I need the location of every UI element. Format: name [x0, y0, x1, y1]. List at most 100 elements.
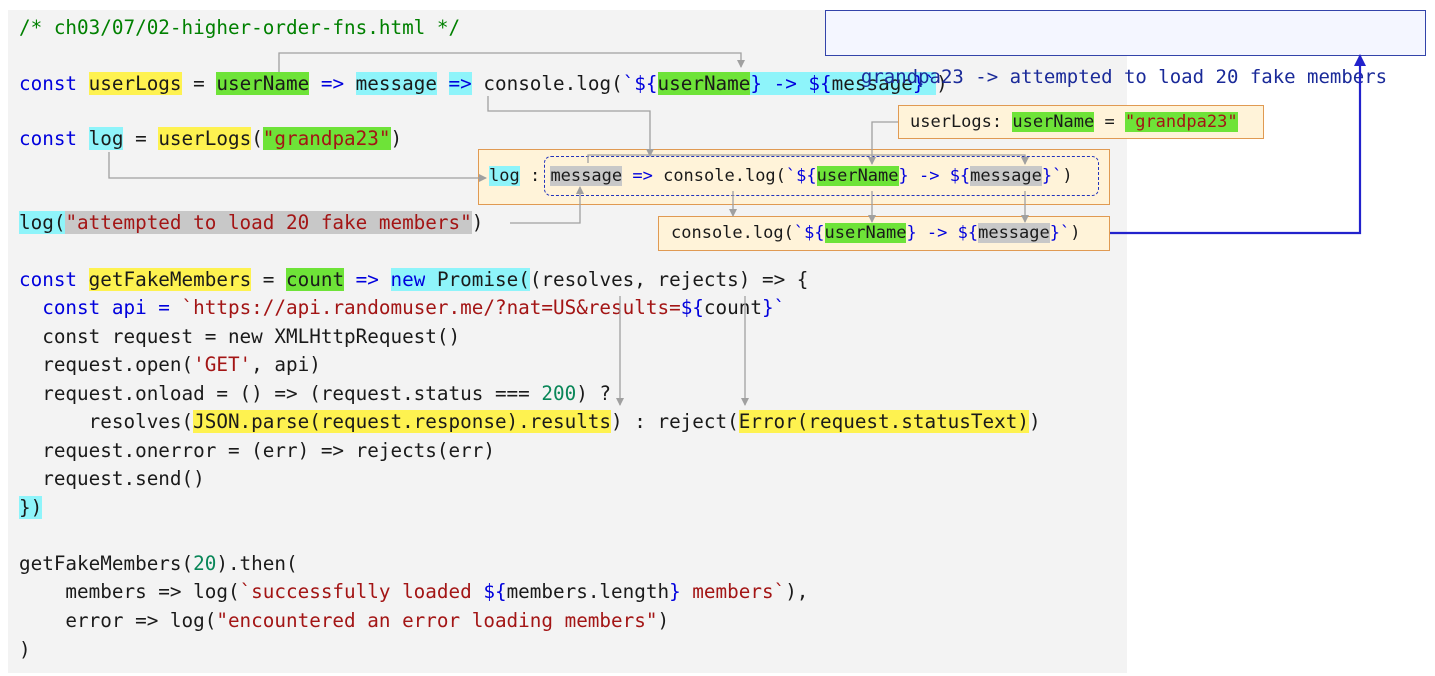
arrow-op: => [355, 268, 379, 291]
get-string: 'GET' [193, 353, 252, 376]
code-line-error: error => log("encountered an error loadi… [19, 609, 669, 633]
template-mid: } -> ${ [750, 72, 832, 95]
log-label: log [489, 166, 520, 186]
template-brace: } [669, 580, 681, 603]
resolves-arg: JSON.parse(request.response).results [193, 410, 612, 433]
code-line-log: const log = userLogs("grandpa23") [19, 127, 402, 151]
console-log-call: console.log( [483, 72, 623, 95]
template-close: }` [761, 296, 786, 319]
then-call: ).then( [216, 552, 298, 575]
assign-op: = [251, 268, 287, 291]
ternary-op: ) ? [576, 382, 612, 405]
onload-assign: request.onload = () => (request.status =… [19, 382, 542, 405]
template-open: `${ [622, 72, 658, 95]
members-length: members.length [506, 580, 670, 603]
code-line-members: members => log(`successfully loaded ${me… [19, 580, 808, 604]
code-line-request: const request = new XMLHttpRequest() [19, 325, 460, 349]
close-paren: ) [1028, 410, 1041, 433]
log-call: log( [19, 211, 66, 234]
assign-op: = [181, 72, 217, 95]
message-param: message [355, 72, 437, 95]
close-paren: ) [471, 211, 484, 234]
username-ref: userName [824, 223, 907, 243]
arrow-op: => [448, 72, 472, 95]
grandpa23-string: "grandpa23" [262, 127, 391, 150]
code-line-log-call: log("attempted to load 20 fake members") [19, 211, 483, 235]
assign-op: = [123, 127, 159, 150]
console-log-box: console.log(`${userName} -> ${message}`) [658, 216, 1110, 251]
keyword-const: const [19, 127, 78, 150]
template-open: `${ [785, 166, 817, 186]
api-url: `https://api.randomuser.me/?nat=US&resul… [181, 296, 681, 319]
code-line-resolves: resolves(JSON.parse(request.response).re… [19, 410, 1041, 434]
keyword-new: new [390, 268, 426, 291]
username-ref: userName [657, 72, 751, 95]
grandpa23-string: "grandpa23" [1124, 112, 1238, 132]
keyword-const: const [19, 268, 78, 291]
final-paren: ) [19, 638, 31, 661]
open-args: , api) [251, 353, 321, 376]
members-handler: members => log( [19, 580, 240, 603]
username-param: userName [216, 72, 310, 95]
code-line-then: getFakeMembers(20).then( [19, 552, 298, 576]
template-mid: } -> ${ [906, 223, 979, 243]
code-line-open: request.open('GET', api) [19, 353, 321, 377]
userlogs-identifier: userLogs [88, 72, 182, 95]
attempted-string: "attempted to load 20 fake members" [65, 211, 472, 234]
code-line-send: request.send() [19, 467, 205, 491]
message-param: message [550, 166, 623, 186]
template-mid: } -> ${ [898, 166, 971, 186]
template-close: }` [1041, 166, 1063, 186]
code-line-close-block: }) [19, 496, 43, 520]
file-comment: /* ch03/07/02-higher-order-fns.html */ [19, 16, 461, 39]
userlogs-call: userLogs [158, 127, 252, 150]
output-text: grandpa23 -> attempted to load 20 fake m… [860, 66, 1388, 88]
onerror-assign: request.onerror = (err) => rejects(err) [19, 439, 495, 462]
userlogs-binding-box: userLogs: userName = "grandpa23" [898, 105, 1264, 139]
code-line-final: ) [19, 638, 31, 662]
reject-call: ) : reject( [611, 410, 739, 433]
promise-ctor: Promise( [436, 268, 530, 291]
code-line-1: /* ch03/07/02-higher-order-fns.html */ [19, 16, 460, 40]
members-end: ), [785, 580, 809, 603]
log-definition-text: log : message => console.log(`${userName… [489, 164, 1073, 188]
code-line-getfakemembers: const getFakeMembers = count => new Prom… [19, 268, 808, 292]
error-handler: error => log( [19, 609, 217, 632]
close-paren: ) [1062, 166, 1073, 186]
success-string-a: `successfully loaded [239, 580, 484, 603]
binding-label: userLogs: [910, 112, 1013, 132]
count-20: 20 [193, 552, 217, 575]
getfakemembers-call: getFakeMembers( [19, 552, 194, 575]
status-200: 200 [541, 382, 577, 405]
colon: : [519, 166, 551, 186]
block-close: }) [19, 496, 43, 519]
code-line-onload: request.onload = () => (request.status =… [19, 382, 611, 406]
open-paren: ( [251, 127, 263, 150]
open-call: request.open( [19, 353, 194, 376]
message-ref: message [978, 223, 1050, 243]
send-call: request.send() [19, 467, 205, 490]
api-decl: const api = [19, 296, 182, 319]
arrow-op: => [320, 72, 345, 95]
reject-arg: Error(request.statusText) [738, 410, 1029, 433]
code-line-api: const api = `https://api.randomuser.me/?… [19, 296, 785, 320]
getfakemembers-identifier: getFakeMembers [88, 268, 252, 291]
output-box: grandpa23 -> attempted to load 20 fake m… [825, 10, 1426, 88]
close-paren: ) [390, 127, 403, 150]
code-line-userlogs: const userLogs = userName => message => … [19, 72, 948, 96]
close-paren: ) [1070, 223, 1081, 243]
username-ref: userName [816, 166, 899, 186]
promise-executor: (resolves, rejects) => { [529, 268, 809, 291]
request-decl: const request = new XMLHttpRequest() [19, 325, 461, 348]
message-ref: message [970, 166, 1042, 186]
error-string: "encountered an error loading members" [216, 609, 658, 632]
success-string-b: members` [680, 580, 786, 603]
log-identifier: log [88, 127, 124, 150]
count-ref: count [703, 296, 762, 319]
code-line-onerror: request.onerror = (err) => rejects(err) [19, 439, 495, 463]
arrow-op: => [632, 166, 653, 186]
error-end: ) [657, 609, 670, 632]
count-param: count [286, 268, 345, 291]
console-log-call: console.log( [663, 166, 786, 186]
username-param: userName [1012, 112, 1095, 132]
